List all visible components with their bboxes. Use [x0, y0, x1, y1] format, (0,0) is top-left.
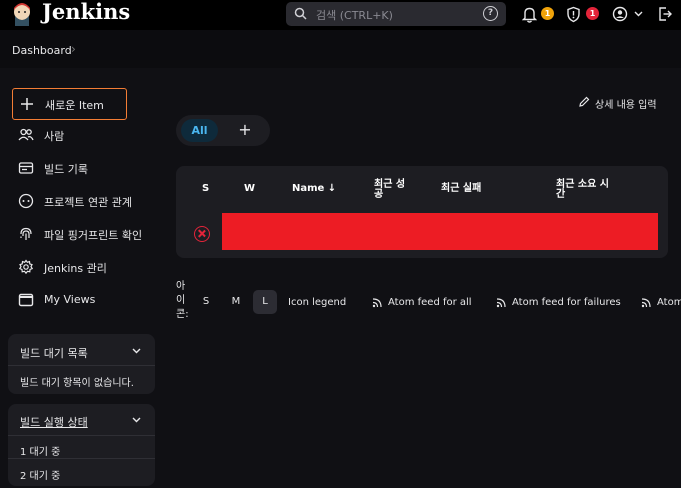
column-header-last-failure[interactable]: 최근 실패: [441, 184, 481, 194]
atom-feed-all-label: Atom feed for all: [388, 297, 472, 308]
rss-icon: [496, 298, 506, 308]
sidebar-item-new-item[interactable]: 새로운 Item: [12, 88, 127, 120]
brand-title[interactable]: Jenkins: [42, 0, 130, 24]
sidebar-item-label: 빌드 기록: [44, 163, 88, 176]
icon-size-s[interactable]: S: [194, 290, 218, 314]
pencil-icon: [579, 96, 590, 107]
sidebar-item-label: 파일 핑거프린트 확인: [44, 229, 143, 242]
shield-icon[interactable]: [566, 6, 581, 23]
search-icon: [294, 7, 307, 20]
sidebar-item-manage-jenkins[interactable]: Jenkins 관리: [12, 252, 162, 282]
edit-description-label: 상세 내용 입력: [595, 100, 657, 111]
user-icon[interactable]: [612, 6, 628, 22]
failed-status-icon: [194, 226, 210, 242]
sidebar-item-my-views[interactable]: My Views: [12, 285, 162, 315]
sidebar-item-project-relationship[interactable]: 프로젝트 연관 관계: [12, 186, 162, 216]
bell-icon[interactable]: [522, 6, 537, 23]
breadcrumb-dashboard[interactable]: Dashboard: [12, 44, 72, 57]
sidebar-item-label: 새로운 Item: [45, 99, 104, 112]
icon-size-l[interactable]: L: [253, 290, 277, 314]
help-icon[interactable]: ?: [483, 6, 498, 21]
panel-divider: [8, 458, 155, 459]
search-input[interactable]: 검색 (CTRL+K) ?: [286, 2, 506, 26]
redacted-job-row[interactable]: [222, 213, 658, 250]
breadcrumb-chevron-icon[interactable]: ›: [71, 42, 76, 56]
atom-feed-failures-label: Atom feed for failures: [512, 297, 621, 308]
sidebar-item-label: 프로젝트 연관 관계: [44, 196, 132, 209]
relationship-icon: [18, 193, 34, 209]
executor-row: 1 대기 중: [20, 447, 61, 458]
notifications-badge: 1: [541, 7, 554, 20]
top-header: Jenkins 검색 (CTRL+K) ? 1 1: [0, 0, 681, 30]
build-executor-panel: 빌드 실행 상태 1 대기 중 2 대기 중: [8, 404, 155, 486]
sidebar-item-build-history[interactable]: 빌드 기록: [12, 153, 162, 183]
people-icon: [18, 128, 34, 141]
panel-divider: [8, 435, 155, 436]
icon-size-m[interactable]: M: [224, 290, 248, 314]
fingerprint-icon: [20, 227, 32, 240]
icon-legend-bar: 아이콘: S M L Icon legend Atom feed for all…: [176, 280, 681, 326]
build-queue-panel: 빌드 대기 목록 빌드 대기 항목이 없습니다.: [8, 334, 155, 394]
sidebar-item-label: 사람: [44, 130, 65, 143]
sidebar-item-fingerprint[interactable]: 파일 핑거프린트 확인: [12, 219, 162, 249]
atom-feed-latest-label: Atom: [657, 297, 681, 308]
jobs-table: S W Name ↓ 최근 성공 최근 실패 최근 소요 시간: [176, 166, 668, 258]
column-header-status[interactable]: S: [202, 184, 209, 194]
chevron-down-icon[interactable]: [634, 11, 643, 17]
executor-row: 2 대기 중: [20, 471, 61, 482]
column-header-name[interactable]: Name ↓: [292, 184, 336, 194]
build-executor-title[interactable]: 빌드 실행 상태: [20, 414, 88, 430]
security-badge: 1: [586, 7, 599, 20]
tab-all[interactable]: All: [181, 119, 218, 142]
sidebar-item-label: My Views: [44, 293, 96, 306]
rss-icon: [372, 298, 382, 308]
plus-icon: [21, 98, 33, 110]
history-icon: [18, 162, 34, 174]
icon-legend-link[interactable]: Icon legend: [288, 297, 346, 308]
jenkins-logo-icon[interactable]: [10, 2, 34, 28]
logout-icon[interactable]: [657, 6, 673, 22]
gear-icon: [18, 259, 34, 275]
column-header-last-success[interactable]: 최근 성공: [374, 180, 414, 200]
build-queue-title[interactable]: 빌드 대기 목록: [20, 345, 88, 361]
search-placeholder: 검색 (CTRL+K): [316, 9, 393, 22]
column-header-weather[interactable]: W: [244, 184, 255, 194]
add-view-button[interactable]: +: [236, 118, 254, 141]
build-queue-empty-text: 빌드 대기 항목이 없습니다.: [20, 378, 134, 389]
icon-size-label: 아이콘:: [176, 281, 189, 320]
sidebar-item-people[interactable]: 사람: [12, 120, 162, 150]
window-icon: [18, 293, 34, 307]
chevron-down-icon[interactable]: [132, 417, 141, 423]
view-tabs: All +: [176, 115, 270, 146]
column-header-last-duration[interactable]: 최근 소요 시간: [556, 180, 610, 200]
chevron-down-icon[interactable]: [132, 348, 141, 354]
sidebar-item-label: Jenkins 관리: [44, 262, 107, 275]
rss-icon: [641, 298, 651, 308]
breadcrumb: Dashboard ›: [0, 30, 681, 68]
panel-divider: [8, 365, 155, 366]
